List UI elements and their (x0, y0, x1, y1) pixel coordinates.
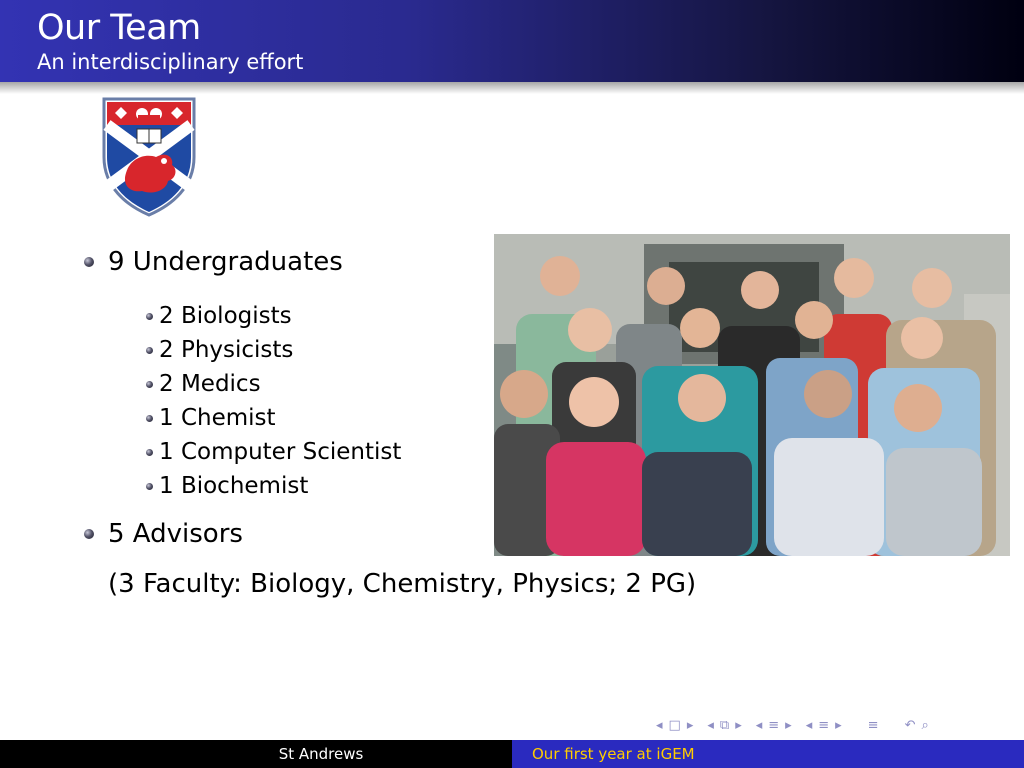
slide-footer: St Andrews Our first year at iGEM (0, 740, 1024, 768)
bullet-ball-icon (146, 482, 153, 490)
nav-undo-icon[interactable]: ↶ (905, 718, 916, 733)
sub-bullet-text: 1 Computer Scientist (159, 439, 402, 465)
bullet-text: 9 Undergraduates (108, 247, 343, 277)
nav-align-icon[interactable]: ≡ (868, 718, 879, 733)
bullet-ball-icon (146, 380, 153, 388)
sub-bullet-text: 2 Physicists (159, 337, 294, 363)
advisors-note: (3 Faculty: Biology, Chemistry, Physics;… (108, 569, 697, 599)
sub-bullet-text: 2 Medics (159, 371, 261, 397)
bullet-ball-icon (146, 414, 153, 422)
nav-section-icon[interactable]: ≡ (768, 718, 779, 733)
team-photo (494, 234, 1010, 556)
nav-subsection-right-icon[interactable]: ▸ (735, 718, 742, 733)
sub-bullet: 1 Chemist (146, 405, 276, 431)
footer-talk-title: Our first year at iGEM (512, 740, 1024, 768)
nav-subsection-left-icon[interactable]: ◂ (707, 718, 714, 733)
nav-subsection-icon[interactable]: ≡ (818, 718, 829, 733)
sub-bullet: 2 Physicists (146, 337, 293, 363)
nav-subsection-icon[interactable]: ⧉ (720, 718, 729, 733)
sub-bullet: 2 Medics (146, 371, 261, 397)
sub-bullet-text: 1 Biochemist (159, 473, 309, 499)
nav-section-left-icon[interactable]: ◂ (756, 718, 763, 733)
sub-bullet: 1 Computer Scientist (146, 439, 401, 465)
nav-subsection-right-icon[interactable]: ▸ (835, 718, 842, 733)
sub-bullet: 2 Biologists (146, 303, 292, 329)
sub-bullet-text: 1 Chemist (159, 405, 276, 431)
slide-subtitle: An interdisciplinary effort (37, 50, 304, 74)
nav-search-icon[interactable]: ⌕ (921, 718, 928, 733)
sub-bullet-text: 2 Biologists (159, 303, 292, 329)
header-shadow (0, 82, 1024, 94)
slide-header: Our Team An interdisciplinary effort (0, 0, 1024, 82)
bullet-ball-icon (84, 529, 94, 539)
slide-title: Our Team (37, 8, 201, 48)
bullet-advisors: 5 Advisors (84, 519, 243, 549)
nav-section-right-icon[interactable]: ▸ (785, 718, 792, 733)
bullet-ball-icon (146, 448, 153, 456)
sub-bullet: 1 Biochemist (146, 473, 308, 499)
nav-frame-icon[interactable]: □ (669, 718, 681, 733)
university-crest-icon (102, 97, 196, 217)
bullet-ball-icon (146, 346, 153, 354)
nav-frame-right-icon[interactable]: ▸ (687, 718, 694, 733)
nav-subsection-left-icon[interactable]: ◂ (806, 718, 813, 733)
beamer-navigation: ◂ □ ▸ ◂ ⧉ ▸ ◂ ≡ ▸ ◂ ≡ ▸ ≡ ↶ ⌕ (656, 716, 1016, 734)
nav-frame-left-icon[interactable]: ◂ (656, 718, 663, 733)
footer-author: St Andrews (0, 740, 512, 768)
bullet-ball-icon (84, 257, 94, 267)
bullet-undergraduates: 9 Undergraduates (84, 247, 343, 277)
bullet-ball-icon (146, 312, 153, 320)
bullet-text: 5 Advisors (108, 519, 243, 549)
